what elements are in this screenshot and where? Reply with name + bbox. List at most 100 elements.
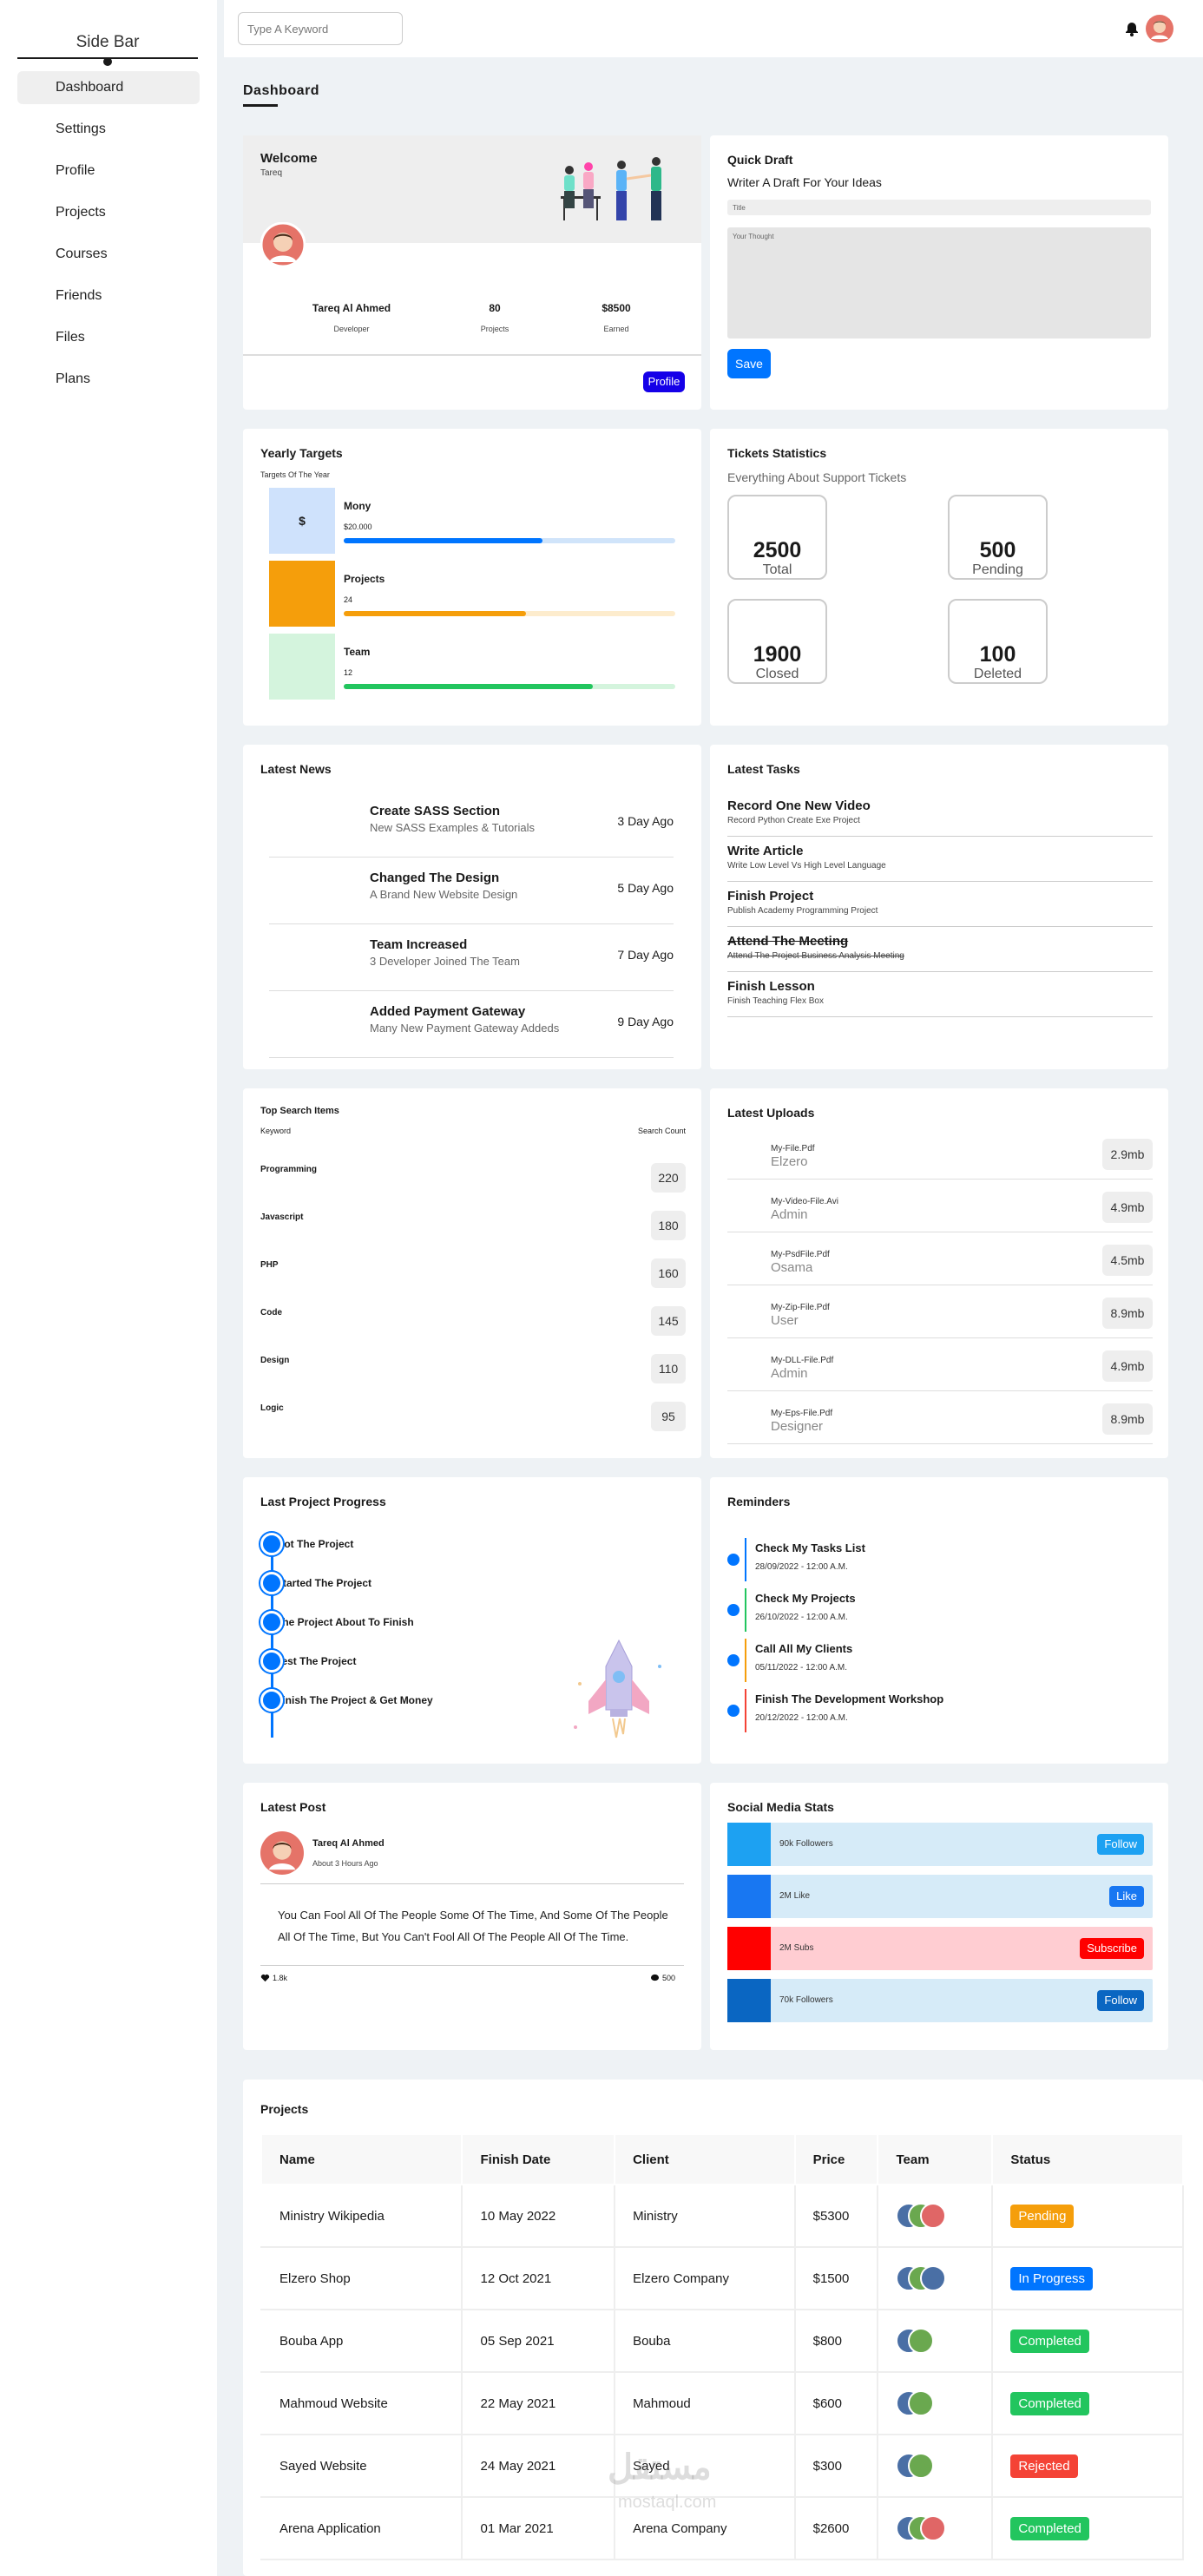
progress-step: Got The Project	[260, 1531, 353, 1557]
reminder-dot	[727, 1654, 740, 1666]
projects-table: Name Finish Date Client Price Team Status Min…	[260, 2133, 1184, 2560]
social-action-button[interactable]: Like	[1109, 1886, 1144, 1907]
news-subtitle: New SASS Examples & Tutorials	[370, 821, 536, 834]
avatar[interactable]	[920, 2265, 947, 2291]
target-icon-box: $	[269, 488, 335, 554]
upload-user: Osama	[771, 1260, 813, 1275]
table-row[interactable]: Arena Application 01 Mar 2021 Arena Compan…	[260, 2496, 1184, 2560]
post-author: Tareq Al Ahmed	[312, 1838, 385, 1849]
upload-item[interactable]: PSD My-PsdFile.Pdf Osama 4.5mb	[727, 1232, 1153, 1285]
social-icon-box	[727, 1875, 771, 1918]
project-client: Ministry	[614, 2184, 796, 2248]
post-comments[interactable]: 500	[650, 1974, 675, 1982]
social-action-button[interactable]: Subscribe	[1080, 1938, 1144, 1959]
progress-step: Started The Project	[260, 1570, 371, 1596]
avatar[interactable]	[920, 2515, 947, 2541]
task-item[interactable]: Attend The Meeting Attend The Project Bus…	[727, 927, 1153, 972]
reminder-item[interactable]: Call All My Clients 05/11/2022 - 12:00 A.…	[727, 1632, 1153, 1682]
table-row[interactable]: Ministry Wikipedia 10 May 2022 Ministry $53…	[260, 2184, 1184, 2248]
save-button[interactable]: Save	[727, 349, 771, 378]
news-subtitle: 3 Developer Joined The Team	[370, 955, 520, 968]
reminder-accent-line	[745, 1538, 746, 1581]
target-icon-box	[269, 634, 335, 700]
task-item[interactable]: Finish Lesson Finish Teaching Flex Box	[727, 972, 1153, 1017]
status-badge: Completed	[1010, 2391, 1089, 2415]
reminder-item[interactable]: Check My Tasks List 28/09/2022 - 12:00 A.…	[727, 1531, 1153, 1581]
social-action-button[interactable]: Follow	[1097, 1834, 1144, 1855]
sidebar-item-profile[interactable]: Profile	[17, 154, 200, 187]
table-row[interactable]: Bouba App 05 Sep 2021 Bouba $800 Completed	[260, 2309, 1184, 2373]
upload-item[interactable]: DLL My-DLL-File.Pdf Admin 4.9mb	[727, 1338, 1153, 1391]
sidebar-item-dashboard[interactable]: Dashboard	[17, 71, 200, 104]
file-ext-label: PDF	[734, 1158, 746, 1164]
social-action-button[interactable]: Follow	[1097, 1990, 1144, 2011]
task-item[interactable]: Finish Project Publish Academy Programmin…	[727, 882, 1153, 927]
target-progress-fill	[344, 538, 543, 543]
divider	[260, 1883, 684, 1884]
table-row[interactable]: Mahmoud Website 22 May 2021 Mahmoud $600 Com…	[260, 2371, 1184, 2435]
sidebar-item-label: Plans	[56, 371, 91, 386]
trash-icon[interactable]	[1142, 934, 1153, 944]
avatar[interactable]	[908, 2390, 935, 2416]
avatar[interactable]	[908, 2453, 935, 2479]
trash-icon[interactable]	[1142, 844, 1153, 854]
target-icon-box	[269, 561, 335, 627]
file-pdf-icon	[727, 1139, 759, 1173]
trash-icon[interactable]	[1142, 889, 1153, 899]
ticket-stat-label: Total	[762, 562, 792, 577]
reminder-item[interactable]: Check My Projects 26/10/2022 - 12:00 A.M.	[727, 1581, 1153, 1632]
search-item-row: Javascript 180	[260, 1199, 686, 1246]
trash-icon[interactable]	[1142, 979, 1153, 989]
news-subtitle: A Brand New Website Design	[370, 888, 518, 901]
table-row[interactable]: Sayed Website 24 May 2021 Sayed $300 Rejecte…	[260, 2434, 1184, 2498]
search-input[interactable]	[238, 12, 403, 45]
draft-body-textarea[interactable]: Your Thought	[727, 227, 1151, 338]
news-title: Changed The Design	[370, 871, 500, 885]
avatar[interactable]	[908, 2328, 935, 2354]
upload-item[interactable]: ZIP My-Zip-File.Pdf User 8.9mb	[727, 1285, 1153, 1338]
project-name: Ministry Wikipedia	[260, 2184, 463, 2248]
file-ext-label: EPS	[733, 1423, 746, 1429]
trash-icon[interactable]	[1142, 798, 1153, 809]
welcome-card: Welcome Tareq Profile Tareq Al Ahmed Deve…	[243, 135, 701, 410]
upload-item[interactable]: AVI My-Video-File.Avi Admin 4.9mb	[727, 1180, 1153, 1232]
sidebar-item-plans[interactable]: Plans	[17, 363, 200, 396]
post-likes[interactable]: 1.8k	[260, 1974, 287, 1982]
project-price: $800	[793, 2309, 879, 2373]
ticket-stat-number: 2500	[753, 538, 802, 562]
upload-item[interactable]: PDF My-File.Pdf Elzero 2.9mb	[727, 1127, 1153, 1180]
profile-button[interactable]: Profile	[643, 371, 685, 392]
news-item[interactable]: Team Increased 3 Developer Joined The Tea…	[269, 925, 674, 991]
file-zip-icon	[727, 1298, 759, 1332]
table-row[interactable]: Elzero Shop 12 Oct 2021 Elzero Company $150…	[260, 2246, 1184, 2310]
news-item[interactable]: Added Payment Gateway Many New Payment Ga…	[269, 992, 674, 1058]
bell-icon[interactable]	[1123, 20, 1141, 37]
avatar[interactable]	[920, 2203, 947, 2229]
sidebar-item-files[interactable]: Files	[17, 321, 200, 354]
upload-item[interactable]: EPS My-Eps-File.Pdf Designer 8.9mb	[727, 1391, 1153, 1444]
social-linkedin-row: 70k Followers Follow	[727, 1979, 1153, 2022]
news-date: 3 Day Ago	[617, 814, 674, 828]
task-item[interactable]: Write Article Write Low Level Vs High Lev…	[727, 837, 1153, 882]
sidebar-item-courses[interactable]: Courses	[17, 238, 200, 271]
sidebar: Side Bar Dashboard Settings Profile Project…	[0, 0, 217, 2576]
yearly-targets-card: Yearly Targets Targets Of The Year $ Mony…	[243, 429, 701, 726]
status-badge: Completed	[1010, 2329, 1089, 2353]
ticket-stat-closed: 1900 Closed	[727, 599, 827, 684]
draft-title-input[interactable]: Title	[727, 200, 1151, 215]
social-stat-text: 2M Like	[779, 1891, 811, 1901]
news-item[interactable]: Changed The Design A Brand New Website De…	[269, 858, 674, 924]
progress-step-dot	[260, 1650, 283, 1672]
news-item[interactable]: Create SASS Section New SASS Examples & T…	[269, 792, 674, 858]
social-card: Social Media Stats 90k Followers Follow 2M…	[710, 1783, 1168, 2050]
sidebar-item-friends[interactable]: Friends	[17, 279, 200, 312]
avatar[interactable]	[1146, 15, 1173, 43]
sidebar-item-projects[interactable]: Projects	[17, 196, 200, 229]
search-count: 180	[651, 1211, 686, 1240]
topbar	[224, 0, 1203, 57]
team-avatars	[896, 2203, 965, 2229]
news-title: Added Payment Gateway	[370, 1004, 526, 1019]
sidebar-item-settings[interactable]: Settings	[17, 113, 200, 146]
task-item[interactable]: Record One New Video Record Python Create…	[727, 792, 1153, 837]
reminder-item[interactable]: Finish The Development Workshop 20/12/202…	[727, 1682, 1153, 1732]
